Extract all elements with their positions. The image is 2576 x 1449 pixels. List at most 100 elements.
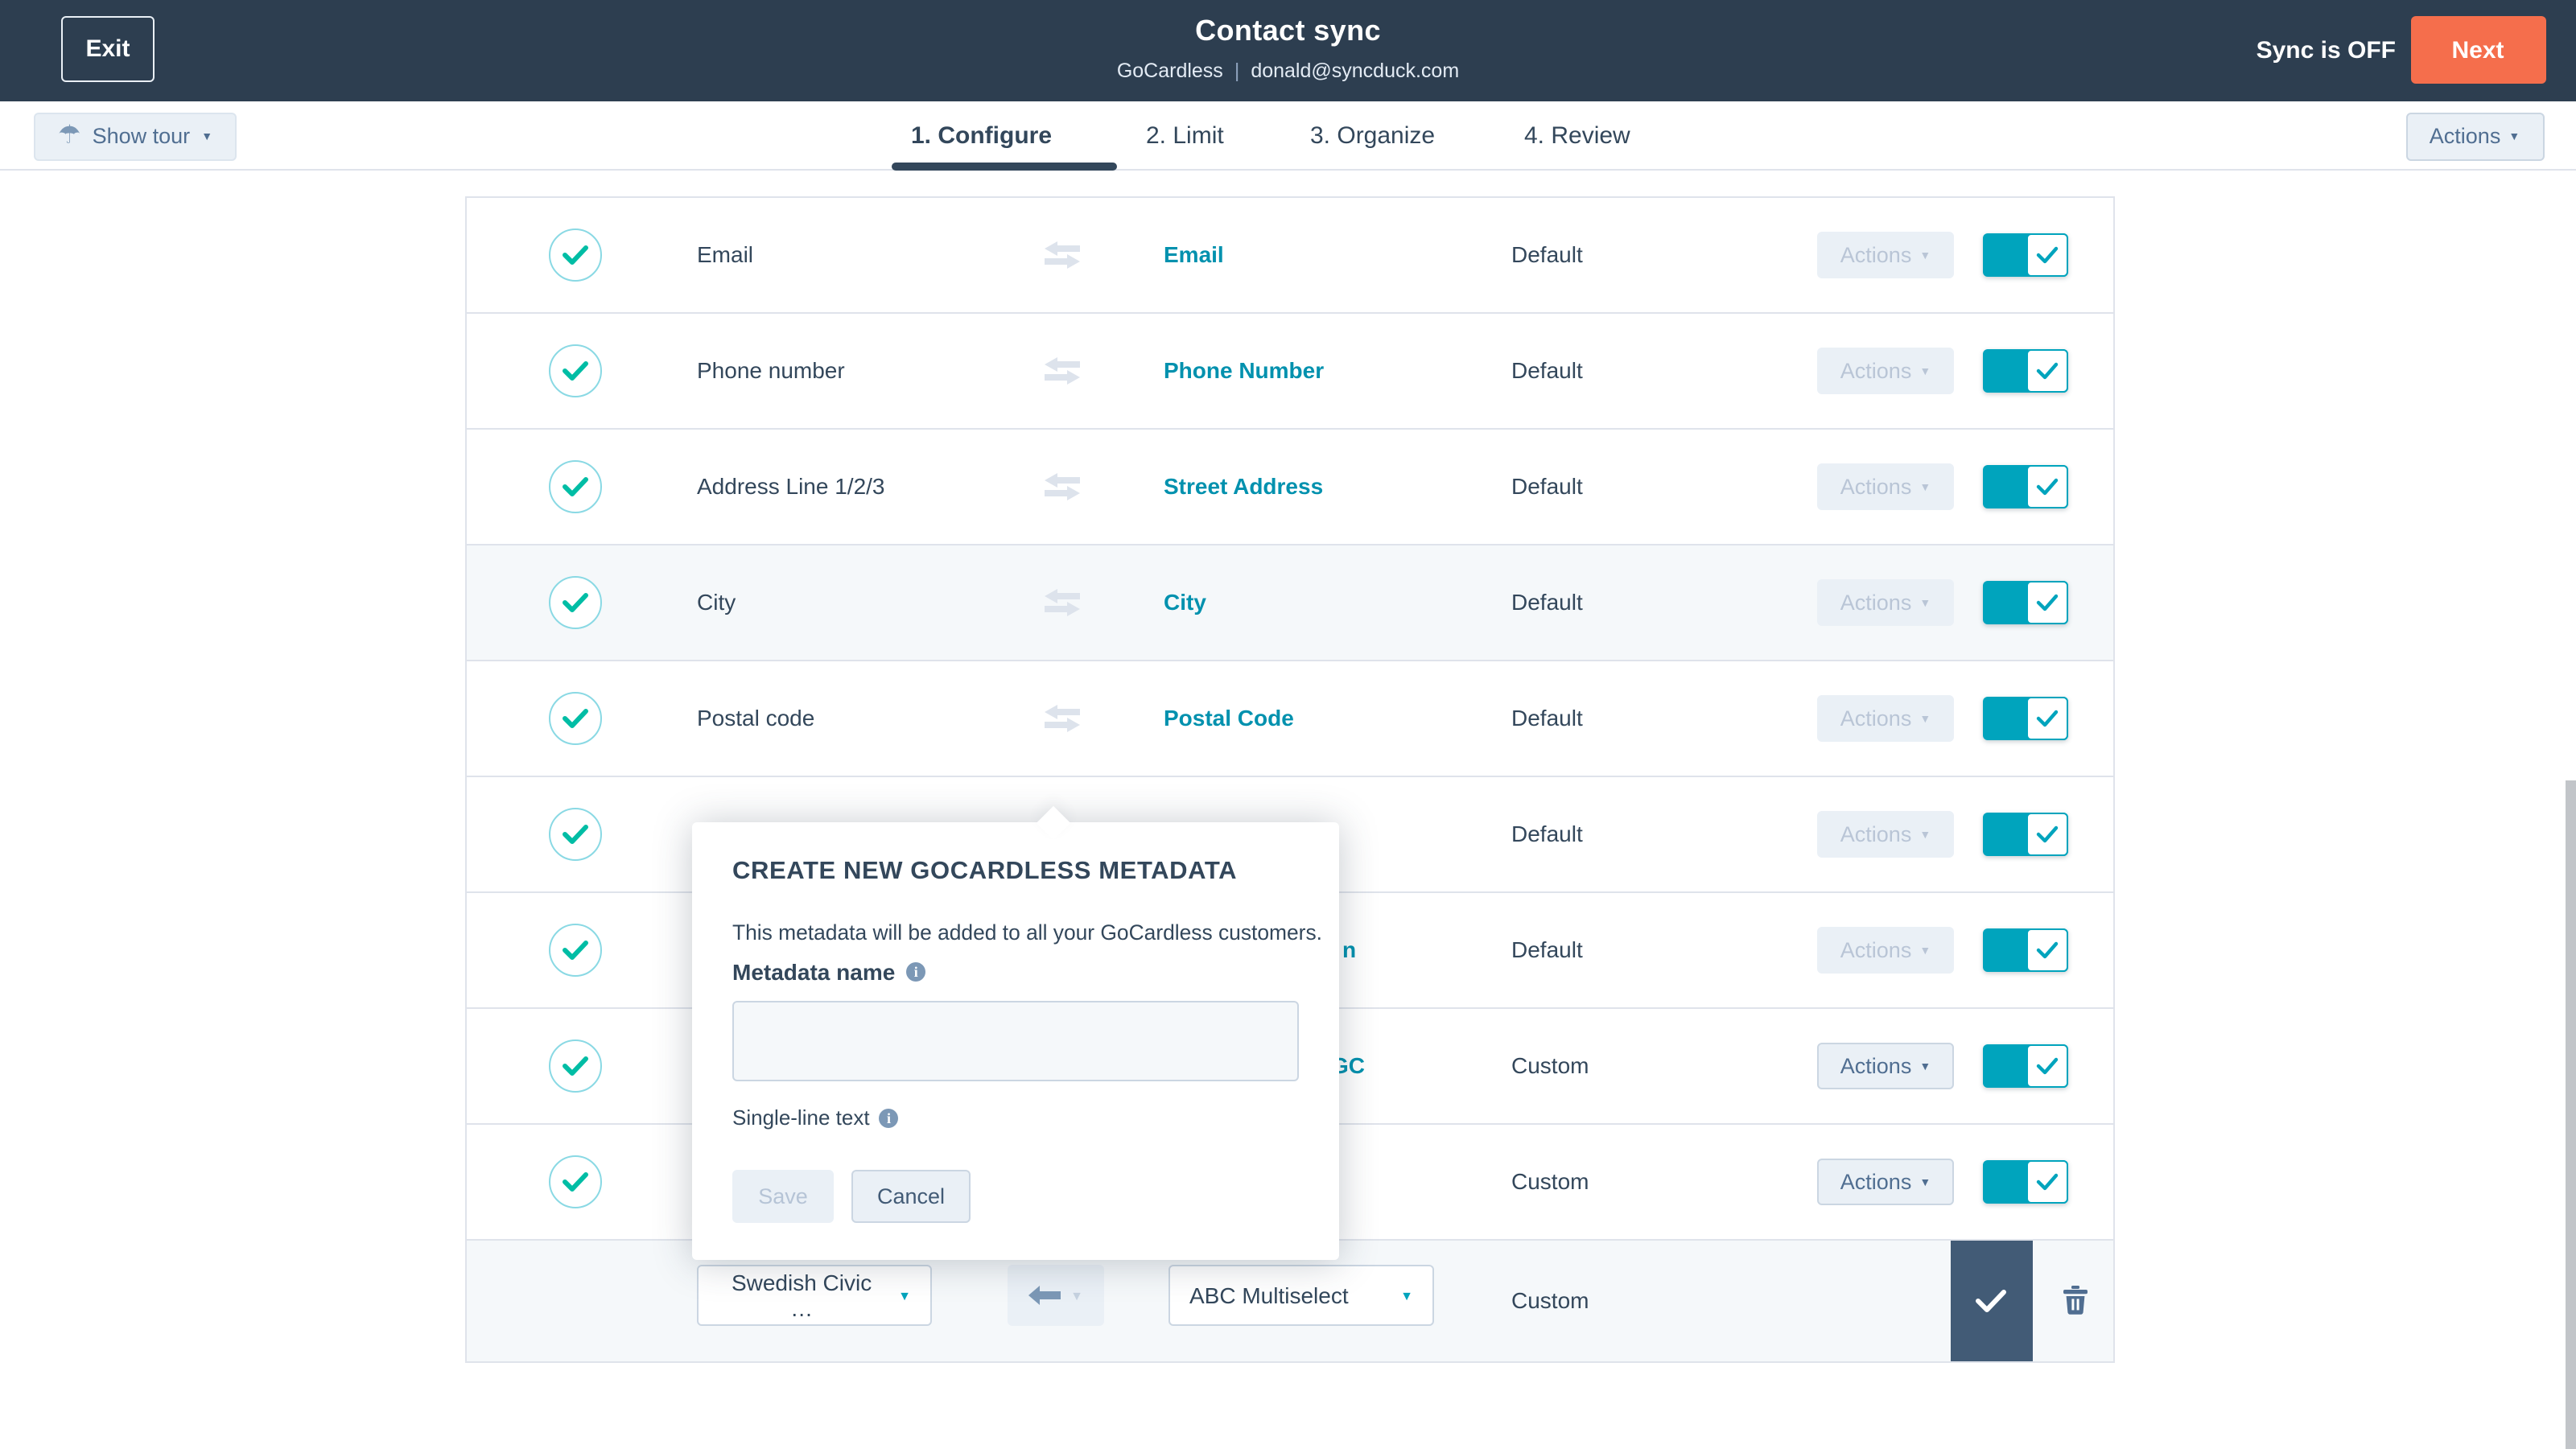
row-status [549,429,602,543]
field-type-label: Default [1511,197,1583,311]
sync-toggle-on[interactable] [1983,1159,2068,1203]
subtitle-divider: | [1234,60,1240,82]
row-status [549,1124,602,1238]
row-actions-label: Actions [1840,821,1912,846]
mapping-ok-icon [549,923,602,976]
toggle-knob [2026,696,2068,739]
chevron-down-icon: ▼ [201,132,212,143]
tab-limit[interactable]: 2. Limit [1146,121,1224,149]
table-row: Address Line 1/2/3 Street Address Defaul… [467,429,2112,545]
chevron-down-icon: ▼ [1919,482,1931,493]
wizard-nav: ☂ Show tour ▼ 1. Configure 2. Limit 3. O… [0,101,2576,170]
toggle-knob [2026,812,2068,855]
metadata-name-label-text: Metadata name [732,959,895,985]
row-status [549,545,602,659]
sync-connection-subtitle: GoCardless|donald@syncduck.com [0,60,2576,82]
next-button[interactable]: Next [2410,16,2545,84]
sync-direction-select[interactable]: ▼ [1008,1264,1104,1325]
chevron-down-icon: ▼ [1919,366,1931,377]
field-type-label: Default [1511,892,1583,1006]
source-field-select-value: Swedish Civic … [718,1269,885,1320]
row-actions-label: Actions [1840,590,1912,614]
save-button[interactable]: Save [732,1170,834,1223]
sync-toggle-on[interactable] [1983,348,2068,392]
target-field-link[interactable]: n [1342,892,1356,1006]
field-type-label: Custom [1511,1124,1589,1238]
row-actions-button: Actions▼ [1817,578,1954,625]
toggle-knob [2026,233,2068,276]
sync-toggle-on[interactable] [1983,696,2068,739]
table-row: Email Email Default Actions▼ [467,197,2112,313]
metadata-name-label: Metadata name i [732,959,925,985]
field-type-label: Default [1511,776,1583,891]
sync-toggle-on[interactable] [1983,233,2068,276]
toggle-knob [2026,1159,2068,1203]
target-field-link[interactable]: Street Address [1164,429,1323,543]
delete-row-button[interactable] [2052,1240,2097,1360]
check-icon [1976,1288,2008,1312]
sync-toggle-on[interactable] [1983,464,2068,508]
info-icon[interactable]: i [906,962,925,982]
show-tour-button[interactable]: ☂ Show tour ▼ [34,112,237,160]
table-row: Phone number Phone Number Default Action… [467,313,2112,429]
modal-description: This metadata will be added to all your … [732,920,1322,945]
row-actions-button: Actions▼ [1817,694,1954,741]
mapping-ok-icon [549,459,602,513]
metadata-name-input[interactable] [732,1001,1299,1081]
source-field-label: Email [697,197,753,311]
source-app-name: GoCardless [1117,60,1223,82]
chevron-down-icon: ▼ [1919,1177,1931,1188]
mapping-ok-icon [549,807,602,860]
row-actions-button[interactable]: Actions▼ [1817,1042,1954,1089]
tab-configure[interactable]: 1. Configure [911,121,1052,149]
row-status [549,776,602,891]
sync-direction-icon [1045,313,1080,427]
info-icon[interactable]: i [880,1108,899,1127]
mapping-ok-icon [549,1155,602,1208]
tab-review[interactable]: 4. Review [1524,121,1630,149]
sync-toggle-on[interactable] [1983,580,2068,624]
tab-organize[interactable]: 3. Organize [1310,121,1435,149]
trash-icon [2063,1286,2087,1315]
sync-direction-icon [1045,545,1080,659]
target-field-select-value: ABC Multiselect [1189,1282,1349,1307]
page-actions-button[interactable]: Actions ▼ [2405,112,2544,160]
row-status [549,1008,602,1122]
row-status [549,661,602,775]
show-tour-label: Show tour [93,124,191,148]
source-field-select[interactable]: Swedish Civic … ▼ [697,1264,932,1325]
row-actions-label: Actions [1840,1169,1912,1193]
table-row: City City Default Actions▼ [467,545,2112,661]
row-actions-label: Actions [1840,706,1912,730]
cancel-button[interactable]: Cancel [851,1170,971,1223]
row-actions-button: Actions▼ [1817,810,1954,857]
toggle-knob [2026,348,2068,392]
mapping-ok-icon [549,1039,602,1092]
sync-toggle-on[interactable] [1983,812,2068,855]
vertical-scrollbar[interactable] [2566,780,2576,1449]
sync-direction-icon [1045,429,1080,543]
source-field-label: City [697,545,736,659]
row-actions-button: Actions▼ [1817,463,1954,509]
target-field-select[interactable]: ABC Multiselect ▼ [1168,1264,1434,1325]
arrow-left-icon [1028,1285,1061,1304]
chevron-down-icon: ▼ [1070,1290,1083,1303]
target-field-link[interactable]: City [1164,545,1206,659]
modal-title: CREATE NEW GOCARDLESS METADATA [732,858,1237,887]
mapping-ok-icon [549,575,602,628]
row-actions-button: Actions▼ [1817,926,1954,973]
row-status [549,892,602,1006]
mapping-ok-icon [549,228,602,281]
confirm-mapping-button[interactable] [1951,1240,2032,1360]
chevron-down-icon: ▼ [898,1290,911,1303]
target-field-link[interactable]: Postal Code [1164,661,1294,775]
target-field-link[interactable]: Email [1164,197,1224,311]
field-type-note: Single-line text i [732,1105,899,1130]
row-actions-button[interactable]: Actions ▼ [1817,1158,1954,1204]
chevron-down-icon: ▼ [1919,945,1931,957]
row-status [549,313,602,427]
field-type-label: Custom [1511,1008,1589,1122]
sync-toggle-on[interactable] [1983,1044,2068,1087]
target-field-link[interactable]: Phone Number [1164,313,1324,427]
sync-toggle-on[interactable] [1983,928,2068,971]
